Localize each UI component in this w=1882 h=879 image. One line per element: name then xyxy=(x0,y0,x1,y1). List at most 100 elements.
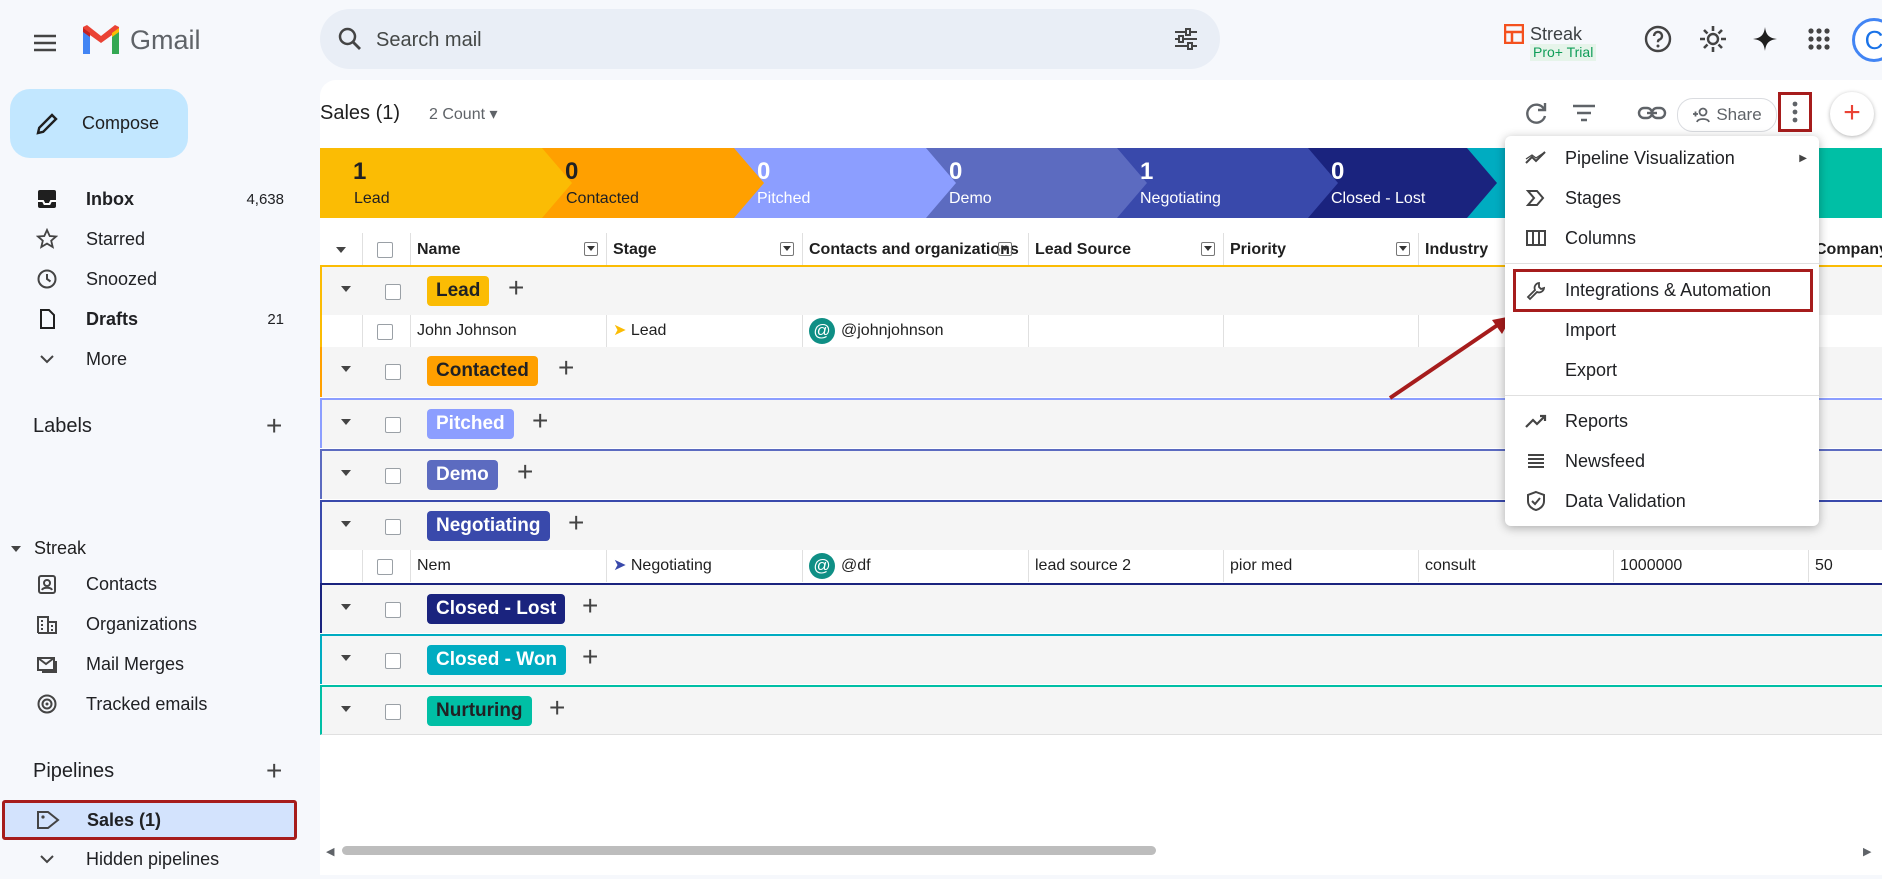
group-checkbox[interactable] xyxy=(385,519,401,535)
add-box-to-group-button[interactable]: + xyxy=(508,272,524,304)
add-box-to-group-button[interactable]: + xyxy=(532,405,548,437)
nav-hidden-pipelines[interactable]: Hidden pipelines xyxy=(20,839,296,879)
group-closed-lost[interactable]: Closed - Lost + xyxy=(320,583,1882,633)
menu-item-newsfeed[interactable]: Newsfeed xyxy=(1505,441,1819,481)
group-closed-won[interactable]: Closed - Won + xyxy=(320,634,1882,684)
nav-inbox[interactable]: Inbox 4,638 xyxy=(20,179,296,219)
collapse-icon[interactable] xyxy=(341,286,351,292)
nav-snoozed[interactable]: Snoozed xyxy=(20,259,296,299)
gemini-button[interactable] xyxy=(1748,22,1782,56)
filter-button[interactable] xyxy=(1567,96,1601,130)
group-checkbox[interactable] xyxy=(385,284,401,300)
column-header-company[interactable]: Company xyxy=(1809,233,1882,266)
menu-item-data-validation[interactable]: Data Validation xyxy=(1505,481,1819,521)
cell-lead-source[interactable]: lead source 2 xyxy=(1029,550,1224,582)
cell-priority[interactable]: pior med xyxy=(1224,550,1419,582)
cell-industry[interactable]: consult xyxy=(1419,550,1614,582)
streak-section-toggle[interactable]: Streak xyxy=(10,538,86,559)
group-checkbox[interactable] xyxy=(385,417,401,433)
search-bar[interactable] xyxy=(320,9,1220,69)
help-button[interactable] xyxy=(1641,22,1675,56)
nav-organizations[interactable]: Organizations xyxy=(20,604,296,644)
select-all-toggle[interactable] xyxy=(320,233,363,266)
menu-item-integrations-automation[interactable]: Integrations & Automation xyxy=(1513,269,1813,312)
row-checkbox[interactable] xyxy=(377,324,393,340)
group-checkbox[interactable] xyxy=(385,468,401,484)
count-dropdown[interactable]: 2 Count ▾ xyxy=(429,104,498,124)
add-pipeline-button[interactable]: + xyxy=(266,757,282,785)
group-nurturing[interactable]: Nurturing + xyxy=(320,685,1882,735)
column-menu-icon[interactable] xyxy=(1396,242,1410,256)
cell-stage[interactable]: ➤ Lead xyxy=(607,315,803,347)
add-box-to-group-button[interactable]: + xyxy=(582,641,598,673)
column-header-name[interactable]: Name xyxy=(411,233,607,266)
menu-item-pipeline-visualization[interactable]: Pipeline Visualization ▶ xyxy=(1505,138,1819,178)
add-box-to-group-button[interactable]: + xyxy=(549,692,565,724)
cell-name[interactable]: John Johnson xyxy=(411,315,607,347)
add-box-to-group-button[interactable]: + xyxy=(568,507,584,539)
nav-more[interactable]: More xyxy=(20,339,296,379)
share-button[interactable]: Share xyxy=(1677,98,1777,132)
collapse-icon[interactable] xyxy=(341,604,351,610)
compose-button[interactable]: Compose xyxy=(10,89,188,158)
add-box-to-group-button[interactable]: + xyxy=(582,590,598,622)
group-checkbox[interactable] xyxy=(385,602,401,618)
cell-name[interactable]: Nem xyxy=(411,550,607,582)
select-all-checkbox[interactable] xyxy=(377,242,393,258)
search-icon[interactable] xyxy=(336,25,364,53)
collapse-icon[interactable] xyxy=(341,521,351,527)
collapse-icon[interactable] xyxy=(341,419,351,425)
menu-item-import[interactable]: Import xyxy=(1505,310,1819,350)
column-menu-icon[interactable] xyxy=(584,242,598,256)
group-checkbox[interactable] xyxy=(385,364,401,380)
pipeline-more-button[interactable] xyxy=(1778,92,1812,132)
refresh-button[interactable] xyxy=(1519,96,1553,130)
search-input[interactable] xyxy=(374,21,1138,59)
nav-mail-merges[interactable]: Mail Merges xyxy=(20,644,296,684)
cell-lead-source[interactable] xyxy=(1029,315,1224,347)
collapse-icon[interactable] xyxy=(341,655,351,661)
streak-badge[interactable]: Streak Pro+ Trial xyxy=(1504,24,1597,61)
menu-item-columns[interactable]: Columns xyxy=(1505,218,1819,258)
select-all-checkbox-cell[interactable] xyxy=(363,233,411,266)
add-box-to-group-button[interactable]: + xyxy=(517,456,533,488)
copy-link-button[interactable] xyxy=(1635,96,1669,130)
add-box-to-group-button[interactable]: + xyxy=(558,352,574,384)
main-menu-button[interactable] xyxy=(26,24,64,62)
column-header-lead-source[interactable]: Lead Source xyxy=(1029,233,1224,266)
column-menu-icon[interactable] xyxy=(998,242,1012,256)
menu-item-stages[interactable]: Stages xyxy=(1505,178,1819,218)
cell-contacts[interactable]: @ @johnjohnson xyxy=(803,315,1029,347)
nav-starred[interactable]: Starred xyxy=(20,219,296,259)
horizontal-scrollbar[interactable] xyxy=(342,846,1156,855)
column-menu-icon[interactable] xyxy=(1201,242,1215,256)
scroll-left-arrow[interactable]: ◀ xyxy=(326,845,334,858)
cell-stage[interactable]: ➤ Negotiating xyxy=(607,550,803,582)
column-header-contacts[interactable]: Contacts and organizations xyxy=(803,233,1029,266)
column-header-priority[interactable]: Priority xyxy=(1224,233,1419,266)
menu-item-reports[interactable]: Reports xyxy=(1505,401,1819,441)
filter-options-icon[interactable] xyxy=(1172,25,1200,53)
account-avatar[interactable]: C xyxy=(1852,18,1882,62)
collapse-icon[interactable] xyxy=(341,366,351,372)
cell-deal-value[interactable]: 1000000 xyxy=(1614,550,1809,582)
collapse-icon[interactable] xyxy=(341,706,351,712)
column-header-stage[interactable]: Stage xyxy=(607,233,803,266)
add-box-button[interactable]: + xyxy=(1830,92,1874,136)
apps-button[interactable] xyxy=(1802,22,1836,56)
row-checkbox[interactable] xyxy=(377,559,393,575)
cell-company[interactable]: 50 xyxy=(1809,550,1882,582)
cell-contacts[interactable]: @ @df xyxy=(803,550,1029,582)
add-label-button[interactable]: + xyxy=(266,412,282,440)
collapse-icon[interactable] xyxy=(341,470,351,476)
group-checkbox[interactable] xyxy=(385,704,401,720)
nav-tracked-emails[interactable]: Tracked emails xyxy=(20,684,296,724)
nav-contacts[interactable]: Contacts xyxy=(20,564,296,604)
column-menu-icon[interactable] xyxy=(780,242,794,256)
gmail-logo[interactable]: Gmail xyxy=(80,22,201,58)
menu-item-export[interactable]: Export xyxy=(1505,350,1819,390)
nav-drafts[interactable]: Drafts 21 xyxy=(20,299,296,339)
nav-pipeline-sales[interactable]: Sales (1) xyxy=(2,800,297,840)
table-row[interactable]: Nem ➤ Negotiating @ @df lead source 2 pio… xyxy=(320,550,1882,583)
scroll-right-arrow[interactable]: ▶ xyxy=(1863,845,1871,858)
